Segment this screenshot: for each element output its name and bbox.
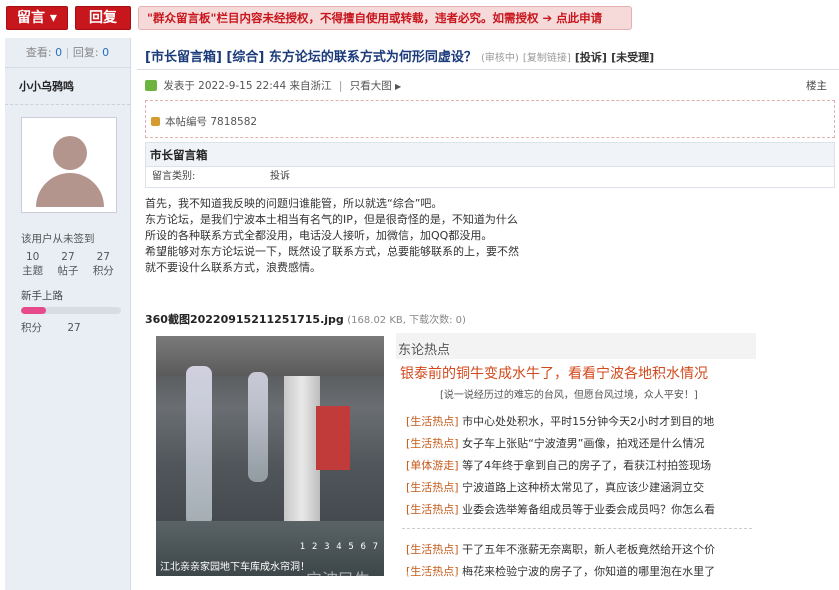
attachment-filename[interactable]: 360截图20220915211251715.jpg [145,313,344,326]
content-line: 东方论坛，是我们宁波本土相当有名气的IP，但是很奇怪的是，不知道为什么 [145,213,518,226]
meta-separator: | [338,80,343,92]
hot-item: [生活热点] 市中心处处积水，平时15分钟今天2小时才到目的地 [406,415,715,428]
photo-waterfall [248,372,268,482]
post-main: [市长留言箱] [综合] 东方论坛的联系方式为何形同虚设？ (审核中) [复制链… [137,38,839,590]
hot-item: [生活热点] 宁波道路上这种桥太常见了，真应该少建涵洞立交 [406,481,705,494]
category-row: 留言类别: 投诉 [146,167,834,187]
post-time-location: 发表于 2022-9-15 22:44 来自浙江 [163,80,332,92]
floor-label: 楼主 [806,80,827,92]
play-arrow-icon: ▶ [395,82,402,91]
copyright-notice: "群众留言板"栏目内容未经授权，不得擅自使用或转载，违者必究。如需授权 ➔ 点此… [138,6,632,30]
stat-topics[interactable]: 10 主题 [15,250,50,278]
top-toolbar: 留言 ▾ 回复 "群众留言板"栏目内容未经授权，不得擅自使用或转载，违者必究。如… [0,0,839,36]
hot-section-title: 东论热点 [398,343,451,358]
hot-divider [402,528,752,529]
post-icon [145,80,157,91]
category-value: 投诉 [270,171,290,182]
hot-item: [单体游走] 等了4年终于拿到自己的房子了，看获江村拍签现场 [406,459,712,472]
post-title-line: [市长留言箱] [综合] 东方论坛的联系方式为何形同虚设？ (审核中) [复制链… [145,46,835,66]
lock-icon [151,117,160,126]
post-message-button[interactable]: 留言 ▾ [6,6,68,30]
view-large-image-link[interactable]: 只看大图 [350,80,392,92]
views-label: 查看: [25,46,52,59]
sign-status: 该用户从未签到 [21,233,95,245]
content-line: 就不要设什么联系方式，浪费感情。 [145,261,321,274]
hot-headline: 银泰前的铜牛变成水牛了，看看宁波各地积水情况 [400,366,708,382]
image-watermark: 宁波民生e点通-天一论坛 [306,570,482,589]
view-reply-stats: 查看: 0 | 回复: 0 [5,38,130,68]
avatar-body-shape [36,173,104,207]
hot-item: [生活热点] 业委会选举筹备组成员等于业委会成员吗？你怎么看 [406,503,716,516]
attachment-image[interactable]: 1 2 3 4 5 6 7 江北亲亲家园地下车库成水帘洞！ 东论热点 银泰前的铜… [156,331,756,590]
score-value: 27 [67,322,81,334]
attachment-meta: (168.02 KB, 下载次数: 0) [347,315,466,326]
author-sidebar: 查看: 0 | 回复: 0 小小乌鸦鸣 该用户从未签到 10 主题 27 帖子 27… [5,38,131,590]
avatar-head-shape [53,136,87,170]
post-title: [市长留言箱] [综合] 东方论坛的联系方式为何形同虚设？ [145,50,477,65]
photo-pager: 1 2 3 4 5 6 7 [299,542,380,552]
apply-authorization-link[interactable]: ➔ 点此申请 [543,11,603,25]
avatar[interactable] [21,117,117,213]
photo-waterfall [186,366,212,526]
reply-button[interactable]: 回复 [75,6,131,30]
divider [137,69,839,70]
review-status: (审核中) [480,53,519,64]
content-line: 希望能够对东方论坛说一下，既然设了联系方式，总要能够联系的上，要不然 [145,245,519,258]
handling-status: [未受理] [611,51,655,64]
replies-count: 0 [102,46,110,59]
hot-topics-panel: 东论热点 银泰前的铜牛变成水牛了，看看宁波各地积水情况 [说一说经历过的难忘的台… [396,331,756,590]
photo-red-box [316,406,350,470]
attachment-info: 360截图20220915211251715.jpg (168.02 KB, 下… [145,311,466,327]
content-line: 首先，我不知道我反映的问题归谁能管，所以就选“综合”吧。 [145,197,443,210]
hot-item: [生活热点] 干了五年不涨薪无奈离职，新人老板竟然给开这个价 [406,543,716,556]
stat-points[interactable]: 27 积分 [86,250,121,278]
hot-item: [生活热点] 女子车上张贴“宁波渣男”画像，拍戏还是什么情况 [406,437,705,450]
stat-posts[interactable]: 27 帖子 [50,250,85,278]
content-line: 所设的各种联系方式全都没用，电话没人接听，加微信，加QQ都没用。 [145,229,493,242]
photo-pillar [284,376,320,526]
replies-label: 回复: [72,46,99,59]
user-level[interactable]: 新手上路 [21,288,130,303]
score-label: 积分 [21,322,42,334]
author-username[interactable]: 小小乌鸦鸣 [5,68,130,105]
copy-link-button[interactable]: [复制链接] [523,53,571,64]
level-progress-bar [21,307,121,314]
photo-caption: 江北亲亲家园地下车库成水帘洞！ [160,562,310,573]
hot-subline: [说一说经历过的难忘的台风，但愿台风过境，众人平安！] [440,390,698,401]
notice-text: "群众留言板"栏目内容未经授权，不得擅自使用或转载，违者必究。如需授权 [147,11,539,25]
post-meta: 发表于 2022-9-15 22:44 来自浙江 | 只看大图 ▶ [145,78,835,94]
post-number: 本帖编号 7818582 [151,114,257,129]
author-stats: 10 主题 27 帖子 27 积分 [15,250,121,278]
flood-photo: 1 2 3 4 5 6 7 江北亲亲家园地下车库成水帘洞！ [156,336,384,576]
mayor-mailbox-box: 市长留言箱 留言类别: 投诉 [145,142,835,188]
mailbox-title: 市长留言箱 [146,143,834,167]
score-row: 积分 27 [21,320,130,335]
post-content: 首先，我不知道我反映的问题归谁能管，所以就选“综合”吧。 东方论坛，是我们宁波本… [145,196,545,276]
views-count: 0 [55,46,63,59]
category-label: 留言类别: [152,171,196,182]
complaint-link[interactable]: [投诉] [575,51,607,64]
level-progress-fill [21,307,46,314]
